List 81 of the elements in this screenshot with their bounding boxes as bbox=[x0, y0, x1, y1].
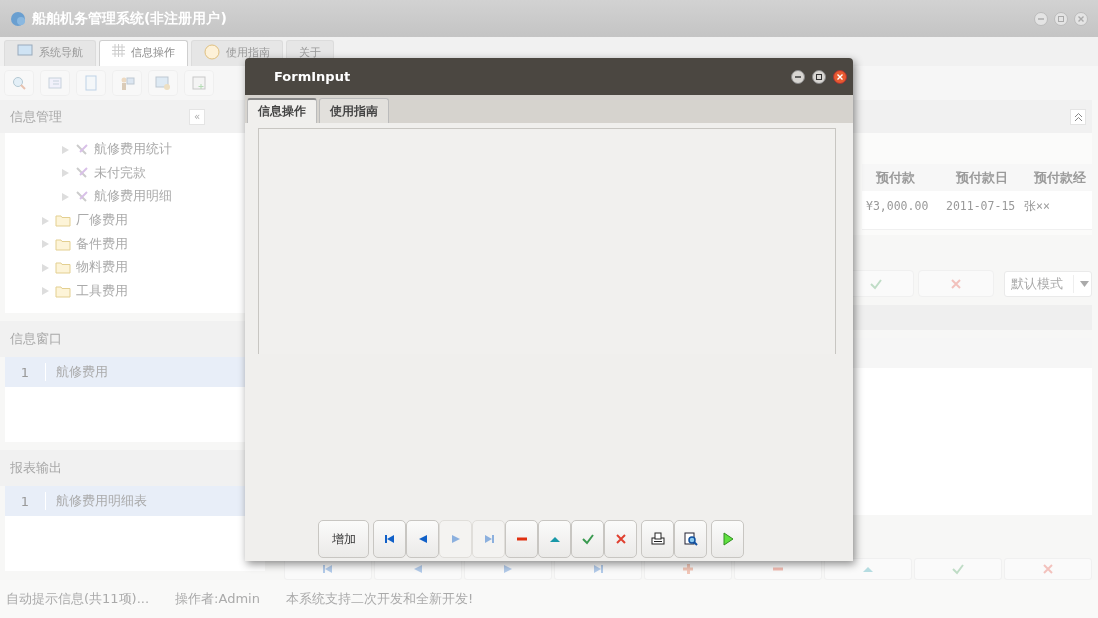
row-number: 1 bbox=[19, 493, 31, 509]
status-text: 自动提示信息(共11项)... bbox=[6, 590, 150, 608]
toolbar-button[interactable] bbox=[373, 520, 406, 558]
status-text: 本系统支持二次开发和全新开发! bbox=[285, 590, 474, 608]
print-button[interactable] bbox=[641, 520, 674, 558]
monitor-icon bbox=[155, 75, 171, 91]
dropdown-caret-icon[interactable] bbox=[1080, 280, 1089, 287]
toolbar-button[interactable] bbox=[571, 520, 604, 558]
add-button[interactable]: 增加 bbox=[318, 520, 369, 558]
last-icon bbox=[591, 562, 605, 576]
tree-item[interactable]: 备件费用 bbox=[41, 232, 128, 256]
plus-icon bbox=[681, 562, 695, 576]
expand-arrow-icon[interactable] bbox=[61, 144, 70, 155]
close-button[interactable] bbox=[833, 69, 847, 84]
list-icon bbox=[47, 75, 63, 91]
panel-title: 信息窗口 bbox=[10, 330, 62, 348]
first-icon bbox=[382, 532, 397, 546]
column-header: 预付款日 bbox=[942, 164, 1020, 191]
window-add-icon bbox=[191, 75, 207, 91]
document-icon bbox=[83, 75, 99, 91]
close-icon bbox=[949, 276, 963, 291]
list-item-label: 航修费用 bbox=[45, 363, 108, 381]
mode-dropdown[interactable]: 默认模式 bbox=[1004, 270, 1092, 297]
nav-button[interactable] bbox=[1004, 558, 1092, 580]
tab[interactable]: 系统导航 bbox=[4, 40, 96, 66]
clock-icon bbox=[204, 44, 220, 60]
nav-button[interactable] bbox=[824, 558, 912, 580]
tab[interactable]: 信息操作 bbox=[99, 40, 188, 66]
search-button[interactable] bbox=[4, 70, 34, 96]
tab[interactable]: 信息操作 bbox=[247, 98, 317, 123]
toolbar-button[interactable] bbox=[604, 520, 637, 558]
collapse-up-button[interactable] bbox=[1070, 108, 1086, 125]
table-cell: 2011-07-15 bbox=[942, 191, 1020, 230]
tab[interactable]: 使用指南 bbox=[319, 98, 389, 123]
cancel-button[interactable] bbox=[918, 270, 994, 297]
printer-icon bbox=[650, 532, 665, 546]
folder-icon bbox=[55, 214, 71, 228]
maximize-button[interactable] bbox=[812, 69, 826, 84]
expand-arrow-icon[interactable] bbox=[41, 286, 50, 297]
close-icon bbox=[613, 532, 628, 546]
person-icon bbox=[119, 75, 135, 91]
panel-title: 信息管理 bbox=[10, 107, 62, 126]
expand-arrow-icon[interactable] bbox=[61, 192, 70, 202]
cloud-logo-icon bbox=[10, 10, 26, 27]
toolbar-button[interactable] bbox=[674, 520, 707, 558]
play-icon bbox=[720, 532, 735, 546]
panel-title: 报表输出 bbox=[10, 459, 62, 477]
first-icon bbox=[321, 562, 335, 576]
tree-item[interactable]: 物料费用 bbox=[41, 255, 128, 280]
close-icon bbox=[1041, 562, 1055, 576]
folder-icon bbox=[55, 237, 71, 251]
expand-arrow-icon[interactable] bbox=[41, 239, 50, 250]
grid-icon bbox=[112, 44, 125, 57]
dialog-title: FormInput bbox=[274, 69, 351, 84]
column-header: 预付款经 bbox=[1020, 164, 1092, 191]
minimize-button[interactable] bbox=[791, 69, 805, 84]
row-number: 1 bbox=[19, 364, 31, 380]
tree-item[interactable]: 工具费用 bbox=[41, 279, 128, 304]
check-icon bbox=[951, 562, 965, 576]
folder-icon bbox=[55, 284, 71, 298]
tree-item[interactable]: 航修费用明细 bbox=[61, 185, 172, 209]
preview-icon bbox=[683, 532, 698, 546]
nav-button[interactable] bbox=[914, 558, 1002, 580]
expand-arrow-icon[interactable] bbox=[41, 262, 50, 273]
collapse-button[interactable]: « bbox=[189, 108, 205, 125]
tree-item[interactable]: 厂修费用 bbox=[41, 208, 128, 233]
list-item-label: 航修费用明细表 bbox=[45, 492, 147, 510]
check-icon bbox=[580, 532, 595, 546]
tree-item[interactable]: 航修费用统计 bbox=[61, 138, 172, 162]
folder-icon bbox=[55, 261, 71, 275]
expand-arrow-icon[interactable] bbox=[41, 215, 50, 226]
expand-arrow-icon[interactable] bbox=[61, 168, 70, 179]
table-cell: 张×× bbox=[1020, 191, 1092, 230]
status-text: 操作者:Admin bbox=[175, 590, 260, 608]
table-cell: ¥3,000.00 bbox=[862, 191, 942, 230]
magnifier-icon bbox=[11, 75, 27, 91]
double-chevron-up-icon bbox=[1073, 111, 1083, 122]
toolbar-button[interactable] bbox=[406, 520, 439, 558]
monitor-icon bbox=[17, 44, 33, 57]
column-header: 预付款 bbox=[862, 164, 942, 191]
tree-item[interactable]: 未付完款 bbox=[61, 161, 146, 186]
